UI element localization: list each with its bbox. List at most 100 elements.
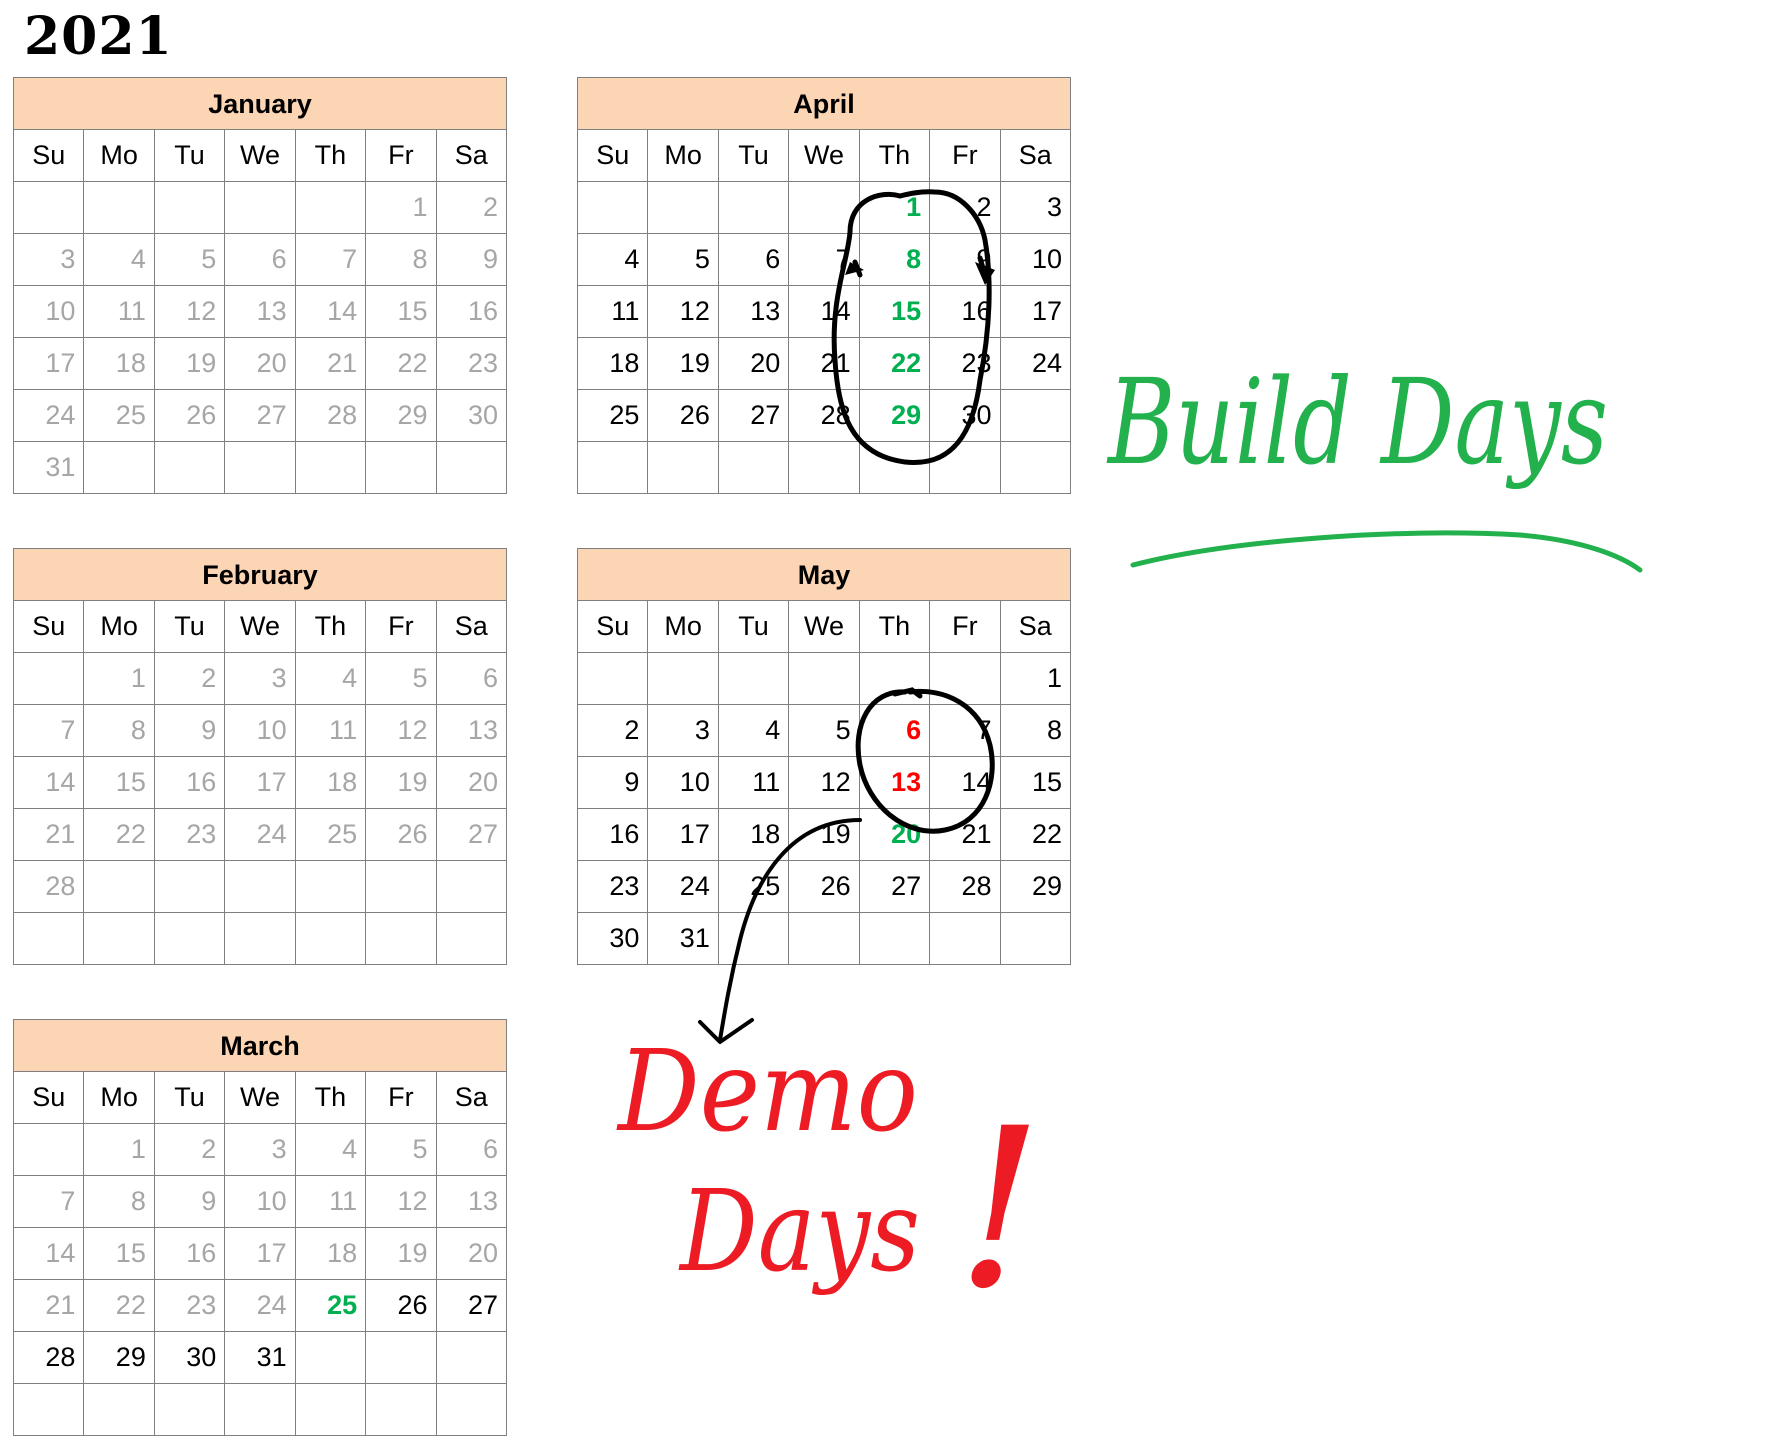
day-cell: 4 [83, 233, 155, 286]
empty-cell [224, 1383, 296, 1436]
day-cell: 14 [12, 1227, 85, 1280]
demo-days-label-line2: Days [678, 1167, 920, 1297]
day-cell: 28 [294, 389, 367, 442]
weekday-header: Fr [365, 129, 437, 182]
empty-cell [12, 1383, 85, 1436]
day-cell: 6 [717, 233, 790, 286]
empty-cell [999, 389, 1072, 442]
day-cell: 11 [576, 285, 649, 338]
month-february: February Su Mo Tu We Th Fr Sa 1 2 3 4 5 6 7 8 9 10 11 12 13 1… [12, 548, 508, 965]
day-cell: 3 [999, 181, 1072, 234]
empty-cell [153, 441, 226, 494]
weekday-header: We [788, 600, 860, 653]
day-cell: 23 [435, 337, 508, 390]
empty-cell [576, 652, 649, 705]
empty-cell [929, 652, 1001, 705]
month-name: March [13, 1019, 507, 1071]
day-cell: 20 [224, 337, 296, 390]
empty-cell [224, 441, 296, 494]
weekday-header: Mo [647, 129, 719, 182]
weekday-header: Su [12, 1071, 85, 1124]
empty-cell [365, 1383, 437, 1436]
empty-cell [717, 441, 790, 494]
day-cell: 9 [153, 1175, 226, 1228]
day-cell: 16 [576, 808, 649, 861]
weekday-header: Fr [929, 600, 1001, 653]
day-cell: 10 [999, 233, 1072, 286]
day-cell: 7 [788, 233, 860, 286]
day-cell: 5 [647, 233, 719, 286]
weekday-header: Sa [435, 1071, 508, 1124]
day-cell: 6 [435, 652, 508, 705]
empty-cell [294, 860, 367, 913]
empty-cell [647, 652, 719, 705]
build-days-underline [1130, 530, 1643, 573]
day-cell: 23 [929, 337, 1001, 390]
day-cell: 27 [224, 389, 296, 442]
day-cell: 25 [717, 860, 790, 913]
weekday-header: Tu [153, 129, 226, 182]
empty-cell [294, 181, 367, 234]
empty-cell [153, 1383, 226, 1436]
day-cell: 4 [576, 233, 649, 286]
month-grid: Su Mo Tu We Th Fr Sa 1 2 3 4 5 6 7 8 9 10 11 12 13 14 15 16 17 1… [12, 129, 508, 494]
weekday-header: We [224, 600, 296, 653]
empty-cell [435, 1331, 508, 1384]
day-cell: 11 [294, 1175, 367, 1228]
empty-cell [365, 912, 437, 965]
day-cell: 31 [647, 912, 719, 965]
empty-cell [83, 1383, 155, 1436]
day-cell: 8 [999, 704, 1072, 757]
day-cell: 24 [224, 808, 296, 861]
day-cell: 9 [435, 233, 508, 286]
day-cell: 17 [224, 1227, 296, 1280]
empty-cell [435, 912, 508, 965]
day-cell: 25 [83, 389, 155, 442]
day-cell: 30 [576, 912, 649, 965]
day-cell: 30 [435, 389, 508, 442]
day-cell: 28 [929, 860, 1001, 913]
day-cell: 23 [153, 808, 226, 861]
weekday-header: Tu [717, 600, 790, 653]
day-cell: 17 [12, 337, 85, 390]
empty-cell [83, 912, 155, 965]
day-cell: 19 [365, 1227, 437, 1280]
day-cell: 27 [858, 860, 931, 913]
day-cell: 31 [12, 441, 85, 494]
day-cell: 6 [435, 1123, 508, 1176]
empty-cell [12, 181, 85, 234]
day-cell: 26 [153, 389, 226, 442]
day-cell: 9 [576, 756, 649, 809]
day-cell: 1 [83, 652, 155, 705]
day-cell: 8 [83, 704, 155, 757]
empty-cell [929, 441, 1001, 494]
day-cell: 2 [153, 1123, 226, 1176]
day-cell: 26 [788, 860, 860, 913]
empty-cell [788, 181, 860, 234]
empty-cell [365, 441, 437, 494]
weekday-header: Th [294, 1071, 367, 1124]
empty-cell [435, 1383, 508, 1436]
month-name: February [13, 548, 507, 600]
day-cell: 24 [12, 389, 85, 442]
day-cell: 28 [12, 1331, 85, 1384]
empty-cell [294, 441, 367, 494]
weekday-header: Sa [999, 129, 1072, 182]
weekday-header: Sa [435, 600, 508, 653]
weekday-header: Th [858, 600, 931, 653]
day-cell: 13 [717, 285, 790, 338]
day-cell: 10 [12, 285, 85, 338]
day-cell: 8 [365, 233, 437, 286]
day-cell: 1 [83, 1123, 155, 1176]
build-day-cell: 15 [858, 285, 931, 338]
day-cell: 19 [365, 756, 437, 809]
day-cell: 15 [83, 1227, 155, 1280]
day-cell: 17 [224, 756, 296, 809]
day-cell: 1 [999, 652, 1072, 705]
month-april: April Su Mo Tu We Th Fr Sa 1 2 3 4 5 6 7 8 9 10 11 12 13 14 15… [576, 77, 1072, 494]
empty-cell [576, 181, 649, 234]
empty-cell [224, 860, 296, 913]
empty-cell [858, 652, 931, 705]
day-cell: 2 [153, 652, 226, 705]
day-cell: 14 [12, 756, 85, 809]
